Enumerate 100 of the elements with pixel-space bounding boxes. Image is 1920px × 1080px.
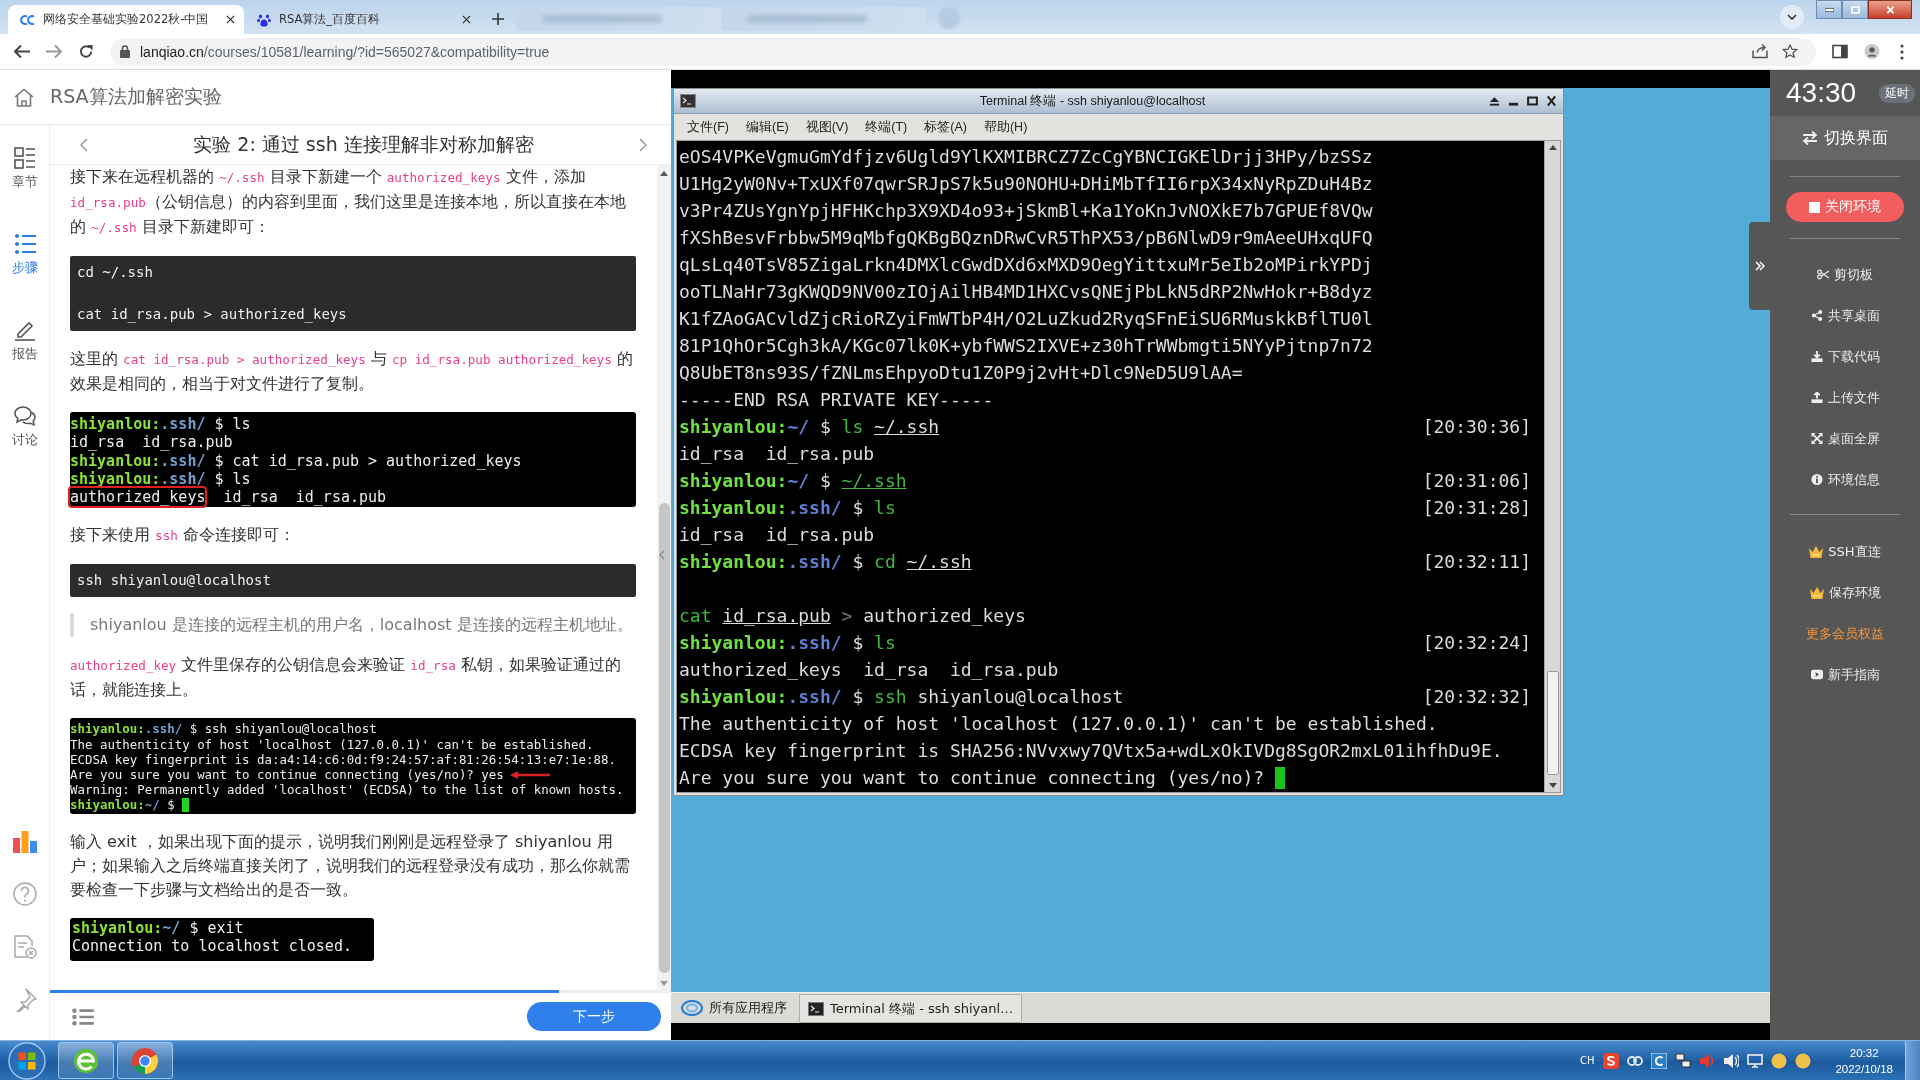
app-tile-icon[interactable]	[1651, 1052, 1668, 1069]
timestamp: [20:30:36]	[1422, 416, 1531, 437]
rail-tab[interactable]: 报告	[4, 307, 45, 393]
menu-item[interactable]: 视图(V)	[805, 118, 849, 136]
terminal-line: shiyanlou:.ssh/ $ ssh shiyanlou@localhost	[70, 721, 377, 737]
rail-tab[interactable]: 讨论	[4, 393, 45, 479]
clock-date[interactable]: 2022/10/18	[1835, 1060, 1893, 1077]
pinned-app-button[interactable]	[58, 1042, 114, 1079]
plus-icon[interactable]	[492, 13, 504, 25]
rail-tab[interactable]: 步骤	[4, 221, 45, 307]
close-button[interactable]	[1868, 0, 1912, 19]
step-title: 实验 2: 通过 ssh 连接理解非对称加解密	[193, 131, 534, 157]
rail-tab[interactable]: 章节	[4, 135, 45, 221]
scroll-down-icon[interactable]	[1548, 783, 1557, 788]
terminal-line: eOS4VPKeVgmuGmYdfjzv6Ugld9YlKXMIBRCZ7ZcCgYBNCIGKElDrjj3HPy/bzSSz	[679, 146, 1373, 167]
code-block: cd ~/.ssh cat id_rsa.pub > authorized_keys	[70, 256, 636, 331]
paragraph: 接下来在远程机器的 ~/.ssh 目录下新建一个 authorized_keys 文件，添加 id_rsa.pub（公钥信息）的内容到里面，我们这里是连接本地，所以直接在本地的 ~/.ssh 目录下新建即可：	[70, 166, 627, 238]
tab-search-button[interactable]	[1780, 5, 1804, 29]
scrollbar-thumb[interactable]	[658, 503, 670, 973]
list-icon[interactable]	[72, 1007, 94, 1026]
timestamp: [20:31:28]	[1422, 497, 1531, 518]
pinned-app-button[interactable]	[117, 1042, 173, 1079]
side-panel-icon[interactable]	[1832, 44, 1848, 59]
sidebar-tool-button[interactable]: 剪切板	[1817, 254, 1873, 295]
avatar-icon[interactable]	[1771, 1052, 1788, 1069]
task-button[interactable]: Terminal 终端 - ssh shiyanl…	[799, 994, 1023, 1023]
pencil-icon	[13, 319, 36, 341]
menu-item[interactable]: 标签(A)	[924, 118, 967, 136]
cursor-icon	[182, 798, 190, 812]
terminal-line: The authenticity of host 'localhost (127.0.0.1)' can't be established.	[70, 736, 594, 752]
scrollbar-thumb[interactable]	[1546, 671, 1559, 775]
sidebar-tool-button[interactable]: 桌面全屏	[1810, 418, 1880, 459]
close-icon[interactable]	[1546, 96, 1557, 106]
browser-tab[interactable]: 网络安全基础实验2022秋-中国	[8, 5, 244, 34]
lock-icon[interactable]	[120, 45, 130, 58]
share-icon[interactable]	[1752, 44, 1768, 59]
applications-menu-button[interactable]: 所有应用程序	[681, 993, 787, 1023]
volume-icon[interactable]	[1723, 1052, 1740, 1069]
input-language[interactable]: CH	[1579, 1055, 1595, 1066]
sidebar-tool-button[interactable]: 共享桌面	[1810, 295, 1880, 336]
home-icon[interactable]	[14, 87, 34, 107]
terminal-line: qLsLq40TsV85ZigaLrkn4DMXlcGwdDXd6xMXD9OegYittxuMr5eIb2oMPirkYPDj	[679, 254, 1373, 275]
cursor-icon	[1275, 766, 1286, 789]
minimize-button[interactable]	[1816, 0, 1842, 19]
terminal-line: shiyanlou:~/ $ ~/.ssh	[679, 470, 907, 491]
chevron-right-icon[interactable]	[639, 137, 647, 152]
bar-chart-icon[interactable]	[12, 829, 37, 853]
expand-sidebar-tab[interactable]	[1749, 222, 1770, 310]
scroll-up-icon[interactable]	[1548, 145, 1557, 150]
info-icon	[1810, 474, 1823, 485]
terminal-line: Connection to localhost closed.	[72, 936, 352, 956]
close-icon[interactable]	[226, 15, 235, 24]
guide-button[interactable]: 新手指南	[1810, 654, 1880, 695]
scrollbar[interactable]	[1544, 141, 1560, 792]
terminal-line: shiyanlou:.ssh/ $ ls	[679, 632, 896, 653]
start-button[interactable]	[8, 1041, 46, 1080]
terminal-icon	[808, 1001, 824, 1016]
terminal-line: shiyanlou:.ssh/ $ ls	[70, 469, 251, 489]
forward-arrow-icon[interactable]	[46, 44, 62, 59]
chevron-left-icon[interactable]	[80, 137, 88, 152]
address-bar[interactable]: lanqiao.cn/courses/10581/learning/?id=565027&compatibility=true	[110, 37, 1816, 66]
url-text: lanqiao.cn/courses/10581/learning/?id=565027&compatibility=true	[140, 43, 551, 60]
menu-item[interactable]: 文件(F)	[687, 118, 729, 136]
network-icon[interactable]	[1675, 1052, 1692, 1069]
eject-icon[interactable]	[1489, 96, 1500, 106]
menu-item[interactable]: 帮助(H)	[983, 118, 1028, 136]
maximize-button[interactable]	[1842, 0, 1868, 19]
star-icon[interactable]	[1782, 44, 1798, 59]
maximize-icon[interactable]	[1527, 96, 1538, 106]
input-method-icon[interactable]	[1603, 1052, 1620, 1069]
close-icon[interactable]	[462, 15, 471, 24]
next-step-button[interactable]: 下一步	[527, 1002, 661, 1031]
profile-avatar-icon[interactable]	[1864, 44, 1880, 59]
chevron-down-icon	[1787, 14, 1797, 20]
menu-item[interactable]: 编辑(E)	[745, 118, 789, 136]
paragraph: 这里的 cat id_rsa.pub > authorized_keys 与 cp id_rsa.pub authorized_keys 的效果是相同的，相当于对文件进行了复制。	[70, 348, 634, 395]
terminal-icon[interactable]	[680, 94, 696, 108]
avatar-icon[interactable]	[1795, 1052, 1812, 1069]
terminal-line: Are you sure you want to continue connecting (yes/no)? yes	[70, 767, 504, 783]
document-remove-icon[interactable]	[12, 935, 37, 959]
sidebar-tool-button[interactable]: 上传文件	[1810, 377, 1880, 418]
scrollbar[interactable]	[657, 165, 671, 990]
member-tool-button[interactable]: SSH直连	[1809, 531, 1881, 572]
sidebar-tool-button[interactable]: 下载代码	[1810, 336, 1880, 377]
scissors-icon	[1817, 269, 1829, 280]
scroll-up-icon[interactable]	[660, 171, 668, 176]
help-icon[interactable]	[12, 882, 37, 906]
back-arrow-icon[interactable]	[14, 44, 30, 59]
member-tool-button[interactable]: 保存环境	[1809, 572, 1881, 613]
extend-time-button[interactable]: 延时	[1879, 83, 1915, 103]
menu-icon[interactable]	[1900, 43, 1904, 60]
menu-item[interactable]: 终端(T)	[865, 118, 908, 136]
browser-tab[interactable]: RSA算法_百度百科	[244, 5, 480, 34]
monitor-icon[interactable]	[1747, 1052, 1764, 1069]
switch-view-button[interactable]: 切换界面	[1770, 116, 1920, 160]
sidebar-tool-button[interactable]: 环境信息	[1810, 459, 1880, 500]
clock-time[interactable]: 20:32	[1849, 1044, 1879, 1061]
reload-icon[interactable]	[78, 44, 94, 59]
terminal-line: shiyanlou:.ssh/ $ ls	[679, 497, 896, 518]
crown-icon	[1809, 545, 1824, 558]
